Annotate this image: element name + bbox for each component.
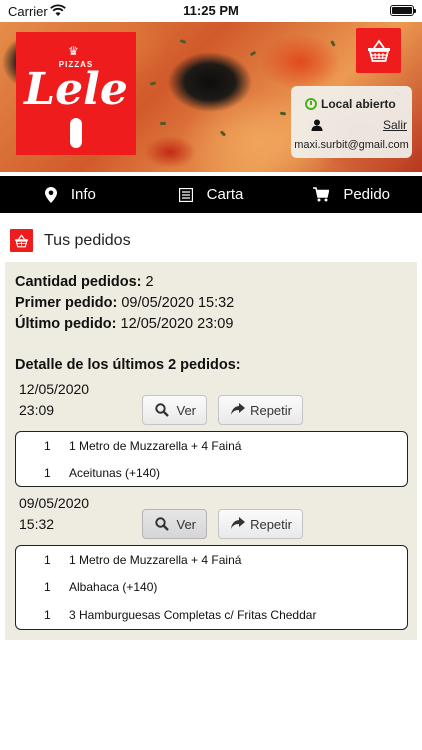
list-item: 1 Albahaca (+140) bbox=[16, 580, 407, 596]
user-email: maxi.surbit@gmail.com bbox=[294, 139, 409, 151]
first-order-label: Primer pedido: bbox=[15, 295, 118, 311]
share-arrow-icon bbox=[231, 517, 245, 529]
first-order: Primer pedido: 09/05/2020 15:32 bbox=[15, 295, 234, 311]
order-items-list: 1 1 Metro de Muzzarella + 4 Fainá 1 Alba… bbox=[15, 545, 408, 630]
tab-info-label: Info bbox=[70, 186, 96, 203]
item-name: Aceitunas (+140) bbox=[69, 466, 161, 480]
share-arrow-icon bbox=[231, 403, 245, 415]
last-order-value: 12/05/2020 23:09 bbox=[120, 316, 234, 332]
crown-icon: ♛ bbox=[68, 44, 79, 58]
item-name: 1 Metro de Muzzarella + 4 Fainá bbox=[69, 439, 242, 453]
list-item: 1 1 Metro de Muzzarella + 4 Fainá bbox=[16, 439, 407, 455]
clock-time: 11:25 PM bbox=[183, 3, 239, 18]
user-icon bbox=[311, 119, 323, 131]
order-datetime: 12/05/2020 23:09 bbox=[19, 379, 89, 421]
basket-badge-icon bbox=[10, 229, 33, 252]
main-nav: Info Carta Pedido bbox=[0, 176, 422, 213]
first-order-value: 09/05/2020 15:32 bbox=[121, 295, 235, 311]
tab-info[interactable]: Info bbox=[0, 176, 141, 213]
pizza-peel-icon bbox=[70, 118, 82, 148]
hero-banner: ♛ PIZZAS Lele Local abierto Salir maxi.s… bbox=[0, 22, 422, 172]
shopping-cart-icon bbox=[313, 187, 330, 202]
store-open-status: Local abierto bbox=[305, 97, 396, 111]
menu-list-icon bbox=[178, 187, 193, 202]
page-title: Tus pedidos bbox=[44, 231, 131, 249]
basket-icon bbox=[367, 38, 390, 62]
item-qty: 1 bbox=[44, 439, 51, 453]
repeat-order-button[interactable]: Repetir bbox=[218, 395, 303, 425]
order-datetime: 09/05/2020 15:32 bbox=[19, 493, 89, 535]
logout-link[interactable]: Salir bbox=[383, 118, 407, 132]
item-qty: 1 bbox=[44, 466, 51, 480]
repeat-order-button[interactable]: Repetir bbox=[218, 509, 303, 539]
order-time: 23:09 bbox=[19, 402, 55, 418]
last-order-label: Último pedido: bbox=[15, 316, 117, 332]
tab-pedido-label: Pedido bbox=[343, 186, 391, 203]
detail-title: Detalle de los últimos 2 pedidos: bbox=[15, 357, 241, 373]
order-count-label: Cantidad pedidos: bbox=[15, 274, 142, 290]
repeat-order-label: Repetir bbox=[250, 403, 292, 418]
order-date: 12/05/2020 bbox=[19, 381, 90, 397]
orders-panel: Cantidad pedidos: 2 Primer pedido: 09/05… bbox=[5, 262, 417, 640]
item-qty: 1 bbox=[44, 553, 51, 567]
order-items-list: 1 1 Metro de Muzzarella + 4 Fainá 1 Acei… bbox=[15, 431, 408, 487]
view-order-button[interactable]: Ver bbox=[142, 395, 207, 425]
order-count: Cantidad pedidos: 2 bbox=[15, 274, 154, 290]
brand-logo: ♛ PIZZAS Lele bbox=[16, 32, 136, 155]
search-icon bbox=[155, 517, 169, 531]
order-count-value: 2 bbox=[145, 274, 154, 290]
logo-main-text: Lele bbox=[24, 64, 128, 115]
tab-pedido[interactable]: Pedido bbox=[281, 176, 422, 213]
orders-section-header: Tus pedidos bbox=[10, 229, 131, 252]
store-open-label: Local abierto bbox=[321, 97, 396, 111]
store-status-card: Local abierto Salir maxi.surbit@gmail.co… bbox=[291, 86, 412, 158]
list-item: 1 1 Metro de Muzzarella + 4 Fainá bbox=[16, 553, 407, 569]
last-order: Último pedido: 12/05/2020 23:09 bbox=[15, 316, 233, 332]
item-name: Albahaca (+140) bbox=[69, 580, 158, 594]
item-qty: 1 bbox=[44, 608, 51, 622]
list-item: 1 3 Hamburguesas Completas c/ Fritas Che… bbox=[16, 608, 407, 624]
view-order-button[interactable]: Ver bbox=[142, 509, 207, 539]
tab-carta-label: Carta bbox=[206, 186, 244, 203]
order-time: 15:32 bbox=[19, 516, 55, 532]
map-pin-icon bbox=[44, 186, 57, 203]
order-date: 09/05/2020 bbox=[19, 495, 90, 511]
user-row: Salir bbox=[311, 118, 407, 132]
status-bar: Carrier 11:25 PM bbox=[0, 0, 422, 22]
clock-icon bbox=[305, 98, 317, 110]
item-qty: 1 bbox=[44, 580, 51, 594]
view-order-label: Ver bbox=[176, 403, 196, 418]
view-order-label: Ver bbox=[176, 517, 196, 532]
repeat-order-label: Repetir bbox=[250, 517, 292, 532]
cart-button[interactable] bbox=[356, 28, 401, 73]
item-name: 3 Hamburguesas Completas c/ Fritas Chedd… bbox=[69, 608, 317, 622]
list-item: 1 Aceitunas (+140) bbox=[16, 466, 407, 482]
search-icon bbox=[155, 403, 169, 417]
tab-carta[interactable]: Carta bbox=[141, 176, 282, 213]
item-name: 1 Metro de Muzzarella + 4 Fainá bbox=[69, 553, 242, 567]
battery-icon bbox=[390, 5, 416, 16]
